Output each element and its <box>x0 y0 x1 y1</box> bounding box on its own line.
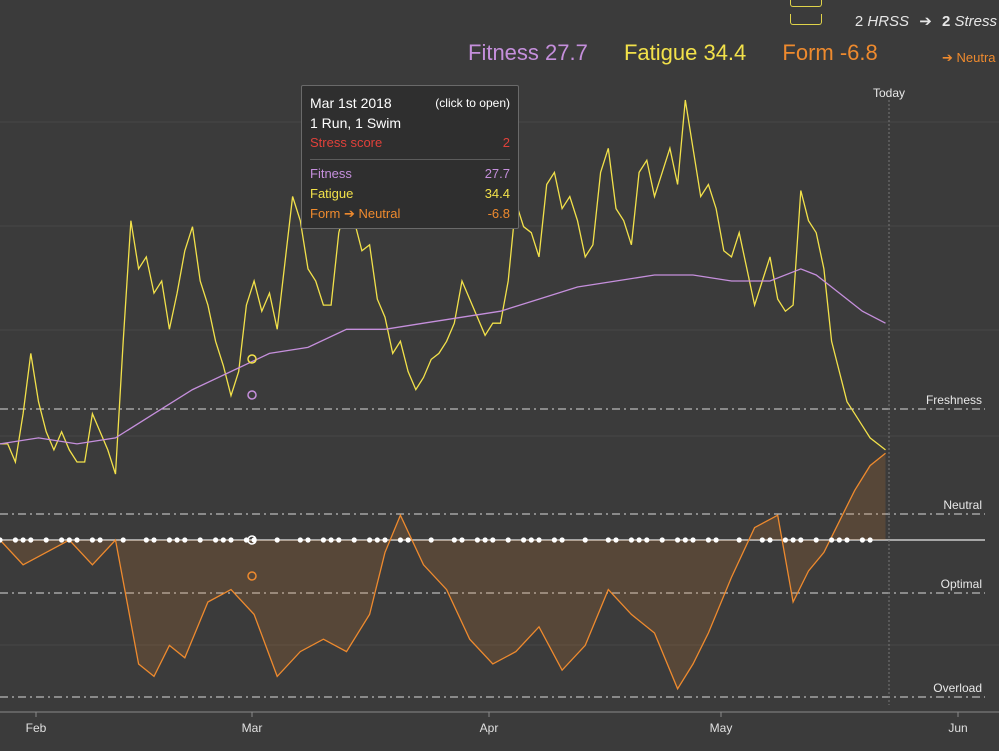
activity-dot[interactable] <box>182 537 188 543</box>
tooltip-activities: 1 Run, 1 Swim <box>310 115 402 131</box>
activity-dot[interactable] <box>228 537 234 543</box>
tooltip-fatigue-label: Fatigue <box>310 186 354 201</box>
activity-dot[interactable] <box>59 537 65 543</box>
x-tick-label: Apr <box>480 721 499 735</box>
activity-dot[interactable] <box>867 537 873 543</box>
x-tick-label: Feb <box>26 721 47 735</box>
activity-dot[interactable] <box>320 537 326 543</box>
activity-dot[interactable] <box>790 537 796 543</box>
activity-dot[interactable] <box>43 537 49 543</box>
tooltip-date: Mar 1st 2018 <box>310 95 392 111</box>
x-tick-label: May <box>710 721 733 735</box>
activity-dot[interactable] <box>844 537 850 543</box>
activity-dot[interactable] <box>336 537 342 543</box>
activity-dot[interactable] <box>644 537 650 543</box>
activity-dot[interactable] <box>605 537 611 543</box>
activity-dot[interactable] <box>628 537 635 543</box>
x-tick-label: Mar <box>242 721 263 735</box>
activity-dot[interactable] <box>213 537 219 543</box>
tooltip-fitness-value: 27.7 <box>484 166 510 181</box>
activity-dot[interactable] <box>813 537 819 543</box>
zone-label-1: Neutral <box>943 498 982 512</box>
activity-dot[interactable] <box>551 537 558 543</box>
activity-dot[interactable] <box>374 537 380 543</box>
activity-dot[interactable] <box>536 537 542 543</box>
activity-dot[interactable] <box>705 537 712 543</box>
activity-dot[interactable] <box>713 537 719 543</box>
activity-dot[interactable] <box>174 537 180 543</box>
form-area-fill <box>0 453 886 689</box>
marker-fitness <box>247 390 257 400</box>
zone-label-3: Overload <box>933 681 982 695</box>
activity-dot[interactable] <box>521 537 527 543</box>
x-tick-label: Jun <box>948 721 967 735</box>
activity-dot[interactable] <box>682 537 688 543</box>
tooltip-form-value: -6.8 <box>487 206 510 221</box>
tooltip-fitness-label: Fitness <box>310 166 352 181</box>
activity-dot[interactable] <box>451 537 457 543</box>
activity-dot[interactable] <box>405 537 411 543</box>
activity-dot[interactable] <box>782 537 789 543</box>
activity-dot[interactable] <box>120 537 126 543</box>
zone-label-0: Freshness <box>926 393 982 407</box>
activity-dot[interactable] <box>151 537 157 543</box>
activity-dot[interactable] <box>836 537 842 543</box>
x-axis: Feb Mar Apr May Jun <box>0 711 999 735</box>
activity-dot[interactable] <box>74 537 80 543</box>
today-label: Today <box>873 86 905 100</box>
activity-dot[interactable] <box>166 537 172 543</box>
activity-dot[interactable] <box>220 537 226 543</box>
activity-dot[interactable] <box>659 537 665 543</box>
activity-dot[interactable] <box>829 537 835 543</box>
activity-dot[interactable] <box>66 537 72 543</box>
activity-dot[interactable] <box>767 537 773 543</box>
activity-dot[interactable] <box>582 537 588 543</box>
hover-tooltip[interactable]: Mar 1st 2018 (click to open) 1 Run, 1 Sw… <box>301 85 519 229</box>
activity-dot[interactable] <box>397 537 403 543</box>
activity-dot[interactable] <box>428 537 434 543</box>
activity-dot[interactable] <box>197 537 203 543</box>
activity-dot[interactable] <box>675 537 681 543</box>
activity-dot[interactable] <box>798 537 804 543</box>
activity-dot[interactable] <box>736 537 742 543</box>
activity-dot[interactable] <box>382 537 388 543</box>
activity-dot[interactable] <box>505 537 511 543</box>
activity-dot[interactable] <box>351 537 357 543</box>
tooltip-stress-label: Stress score <box>310 135 383 150</box>
activity-dot[interactable] <box>528 537 534 543</box>
tooltip-form-label: Form ➔ Neutral <box>310 206 401 221</box>
activity-dot[interactable] <box>559 537 565 543</box>
activity-dot[interactable] <box>143 537 149 543</box>
activity-dot[interactable] <box>97 537 103 543</box>
activity-dot[interactable] <box>859 537 866 543</box>
tooltip-stress-value: 2 <box>502 135 510 150</box>
activity-dot[interactable] <box>613 537 619 543</box>
activity-dot[interactable] <box>690 537 696 543</box>
activity-dot[interactable] <box>474 537 480 543</box>
activity-dot[interactable] <box>28 537 34 543</box>
tooltip-divider <box>310 159 510 160</box>
activity-dot[interactable] <box>328 537 334 543</box>
activity-dot[interactable] <box>20 537 26 543</box>
activity-dot[interactable] <box>490 537 496 543</box>
activity-dot[interactable] <box>367 537 373 543</box>
activity-dot[interactable] <box>12 537 18 543</box>
zone-label-2: Optimal <box>941 577 982 591</box>
tooltip-open-link[interactable]: (click to open) <box>435 93 510 113</box>
activity-dot[interactable] <box>305 537 311 543</box>
activity-dot[interactable] <box>89 537 95 543</box>
form-area <box>0 453 886 689</box>
activity-dot[interactable] <box>636 537 642 543</box>
activity-dot[interactable] <box>759 537 765 543</box>
tooltip-fatigue-value: 34.4 <box>484 186 510 201</box>
activity-dot[interactable] <box>274 537 280 543</box>
activity-dot[interactable] <box>297 537 303 543</box>
activity-dot[interactable] <box>459 537 465 543</box>
activity-dot[interactable] <box>482 537 488 543</box>
